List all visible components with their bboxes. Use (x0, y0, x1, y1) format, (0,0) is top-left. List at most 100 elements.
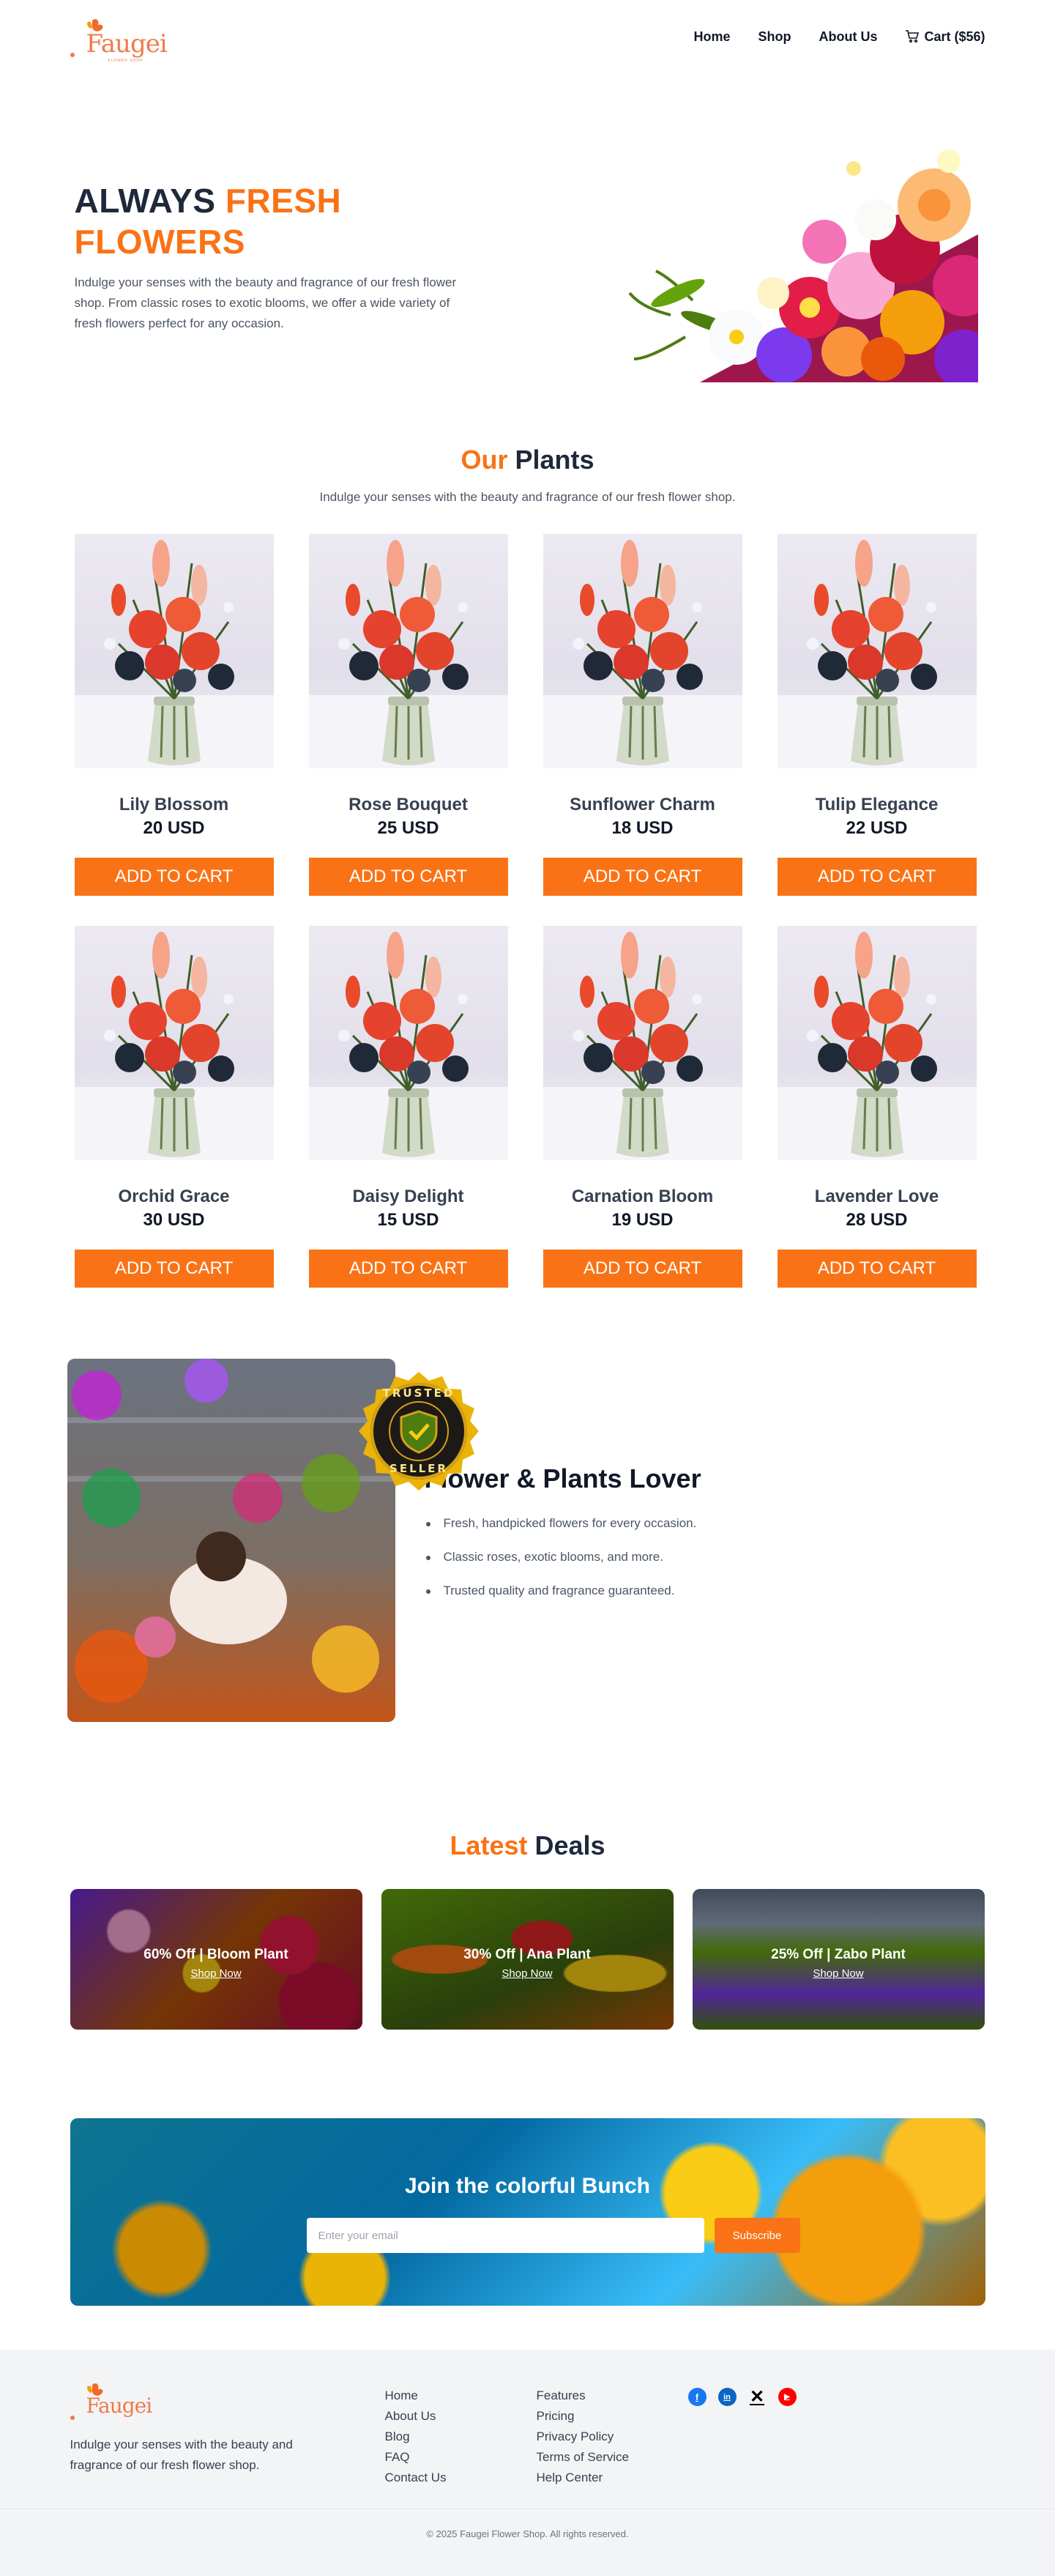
product-name: Orchid Grace (118, 1187, 230, 1206)
product-name: Tulip Elegance (815, 795, 939, 814)
footer-description: Indulge your senses with the beauty and … (70, 2438, 293, 2472)
product-name: Carnation Bloom (571, 1187, 714, 1206)
cart-icon (906, 30, 920, 43)
plants-title: Our Plants (70, 445, 985, 475)
social-links: f in ✕ ▶ (687, 2378, 797, 2490)
deal-shop-now-link[interactable]: Shop Now (502, 1967, 552, 1980)
product-price: 22 USD (846, 818, 908, 838)
youtube-icon[interactable]: ▶ (778, 2388, 797, 2406)
footer-link-contact[interactable]: Contact Us (385, 2470, 537, 2485)
nav-cart[interactable]: Cart ($56) (905, 29, 985, 45)
product-image[interactable] (777, 534, 977, 768)
x-icon[interactable]: ✕ (748, 2387, 767, 2407)
deal-card-bloom[interactable]: 60% Off | Bloom Plant Shop Now (70, 1889, 362, 2030)
hero-bouquet-image (627, 139, 978, 382)
product-image[interactable] (777, 926, 977, 1160)
add-to-cart-button[interactable]: ADD TO CART (777, 858, 977, 896)
deals-section: Latest Deals 60% Off | Bloom Plant Shop … (0, 1769, 1055, 2045)
deal-shop-now-link[interactable]: Shop Now (813, 1967, 863, 1980)
plants-subtitle: Indulge your senses with the beauty and … (319, 490, 736, 504)
product-image[interactable] (74, 534, 274, 768)
product-name: Lavender Love (814, 1187, 939, 1206)
product-card: Orchid Grace 30 USD ADD TO CART (74, 926, 274, 1318)
add-to-cart-button[interactable]: ADD TO CART (777, 1250, 977, 1288)
footer-link-privacy[interactable]: Privacy Policy (537, 2429, 688, 2444)
product-name: Lily Blossom (119, 795, 229, 814)
cart-label: Cart ($56) (924, 29, 985, 44)
site-footer: Faugei Indulge your senses with the beau… (0, 2350, 1055, 2576)
footer-link-faq[interactable]: FAQ (385, 2449, 537, 2465)
product-grid: Lily Blossom 20 USD ADD TO CART Rose Bouque… (74, 534, 985, 1318)
footer-link-home[interactable]: Home (385, 2388, 537, 2403)
nav-about[interactable]: About Us (819, 29, 877, 45)
badge-top-text: TRUSTED (382, 1387, 455, 1400)
add-to-cart-button[interactable]: ADD TO CART (543, 858, 742, 896)
add-to-cart-button[interactable]: ADD TO CART (74, 858, 274, 896)
site-header: Faugei FLOWER SHOP Home Shop About Us Ca… (0, 0, 1055, 73)
product-card: Carnation Bloom 19 USD ADD TO CART (543, 926, 742, 1318)
hero-title-line2: FLOWERS (74, 223, 245, 261)
footer-link-features[interactable]: Features (537, 2388, 688, 2403)
deal-shop-now-link[interactable]: Shop Now (190, 1967, 241, 1980)
product-price: 18 USD (611, 818, 674, 838)
brand-name: Faugei (86, 29, 168, 59)
deal-card-zabo[interactable]: 25% Off | Zabo Plant Shop Now (692, 1889, 985, 2030)
footer-logo[interactable]: Faugei (70, 2378, 158, 2429)
subscribe-banner: Join the colorful Bunch Subscribe (70, 2118, 985, 2306)
deals-title-rest: Deals (534, 1830, 605, 1860)
email-field[interactable] (306, 2218, 704, 2253)
add-to-cart-button[interactable]: ADD TO CART (308, 1250, 508, 1288)
hero-description: Indulge your senses with the beauty and … (74, 275, 457, 330)
footer-links-secondary: Features Pricing Privacy Policy Terms of… (537, 2378, 688, 2490)
badge-bottom-text: SELLER (389, 1462, 448, 1475)
brand-tagline: FLOWER SHOP (108, 59, 143, 63)
product-price: 20 USD (143, 818, 205, 838)
nav-shop[interactable]: Shop (758, 29, 791, 45)
product-image[interactable] (543, 534, 742, 768)
product-image[interactable] (308, 534, 508, 768)
add-to-cart-button[interactable]: ADD TO CART (543, 1250, 742, 1288)
subscribe-form: Subscribe (306, 2218, 800, 2253)
lover-point: Trusted quality and fragrance guaranteed… (425, 1584, 701, 1598)
hero-section: ALWAYS FRESH FLOWERS Indulge your senses… (0, 73, 1055, 407)
deal-card-ana[interactable]: 30% Off | Ana Plant Shop Now (381, 1889, 674, 2030)
footer-link-blog[interactable]: Blog (385, 2429, 537, 2444)
brand-logo[interactable]: Faugei FLOWER SHOP (70, 7, 168, 66)
deals-title: Latest Deals (70, 1830, 985, 1861)
logo-dot (70, 2416, 75, 2420)
deal-title: 60% Off | Bloom Plant (143, 1946, 288, 1962)
footer-link-help[interactable]: Help Center (537, 2470, 688, 2485)
copyright: © 2025 Faugei Flower Shop. All rights re… (426, 2528, 629, 2539)
product-price: 15 USD (377, 1210, 439, 1230)
hero-title-line1: ALWAYS (74, 182, 216, 220)
plants-section: Our Plants Indulge your senses with the … (0, 407, 1055, 1359)
footer-link-terms[interactable]: Terms of Service (537, 2449, 688, 2465)
deal-title: 25% Off | Zabo Plant (771, 1946, 906, 1962)
lover-section: TRUSTED SELLER Flower & Plants Lover Fre… (0, 1359, 1055, 1769)
footer-link-pricing[interactable]: Pricing (537, 2408, 688, 2424)
subscribe-button[interactable]: Subscribe (714, 2218, 800, 2253)
product-name: Sunflower Charm (570, 795, 715, 814)
footer-brand-name: Faugei (86, 2394, 153, 2418)
linkedin-icon[interactable]: in (717, 2388, 737, 2406)
add-to-cart-button[interactable]: ADD TO CART (74, 1250, 274, 1288)
hero-title-accent: FRESH (225, 182, 342, 220)
deal-title: 30% Off | Ana Plant (463, 1946, 591, 1962)
product-price: 19 USD (611, 1210, 674, 1230)
footer-link-about[interactable]: About Us (385, 2408, 537, 2424)
product-card: Tulip Elegance 22 USD ADD TO CART (777, 534, 977, 926)
nav-home[interactable]: Home (693, 29, 730, 45)
product-price: 30 USD (143, 1210, 205, 1230)
logo-dot (70, 53, 75, 57)
product-image[interactable] (308, 926, 508, 1160)
product-name: Rose Bouquet (348, 795, 468, 814)
product-price: 28 USD (846, 1210, 908, 1230)
lover-points: Fresh, handpicked flowers for every occa… (425, 1516, 701, 1598)
product-card: Daisy Delight 15 USD ADD TO CART (308, 926, 508, 1318)
add-to-cart-button[interactable]: ADD TO CART (308, 858, 508, 896)
product-image[interactable] (74, 926, 274, 1160)
hero-title: ALWAYS FRESH FLOWERS (75, 180, 485, 262)
facebook-icon[interactable]: f (687, 2388, 707, 2406)
lover-point: Fresh, handpicked flowers for every occa… (425, 1516, 701, 1531)
product-image[interactable] (543, 926, 742, 1160)
